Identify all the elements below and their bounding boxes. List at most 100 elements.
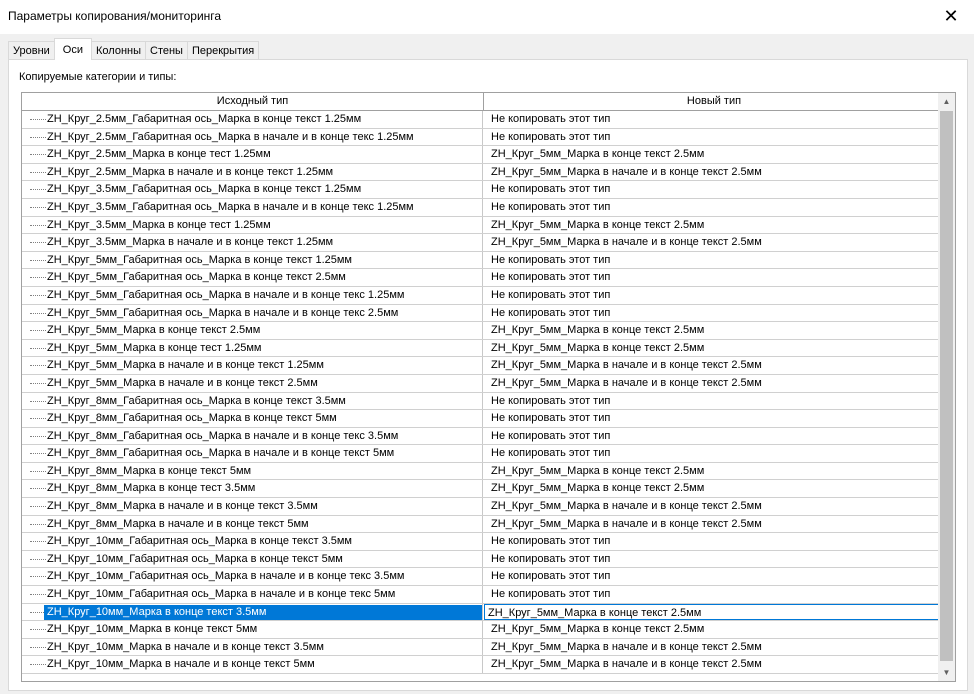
tab-1[interactable]: Оси <box>53 38 92 60</box>
table-row[interactable]: ZH_Круг_3.5мм_Марка в конце тест 1.25мм Z… <box>22 216 946 235</box>
table-row[interactable]: ZH_Круг_8мм_Марка в конце текст 5мм ZH_Кр… <box>22 462 946 481</box>
source-type-cell[interactable]: ZH_Круг_2.5мм_Габаритная ось_Марка в кон… <box>22 111 483 128</box>
new-type-cell[interactable]: ZH_Круг_5мм_Марка в конце текст 2.5мм <box>484 146 946 163</box>
source-type-cell[interactable]: ZH_Круг_10мм_Марка в конце текст 5мм <box>22 621 483 638</box>
new-type-cell[interactable]: Не копировать этот тип <box>484 410 946 427</box>
source-type-cell[interactable]: ZH_Круг_5мм_Габаритная ось_Марка в конце… <box>22 251 483 269</box>
source-type-cell[interactable]: ZH_Круг_5мм_Марка в начале и в конце тек… <box>22 374 483 392</box>
table-row[interactable]: ZH_Круг_5мм_Габаритная ось_Марка в конце… <box>22 251 946 270</box>
source-type-cell[interactable]: ZH_Круг_10мм_Габаритная ось_Марка в нача… <box>22 568 483 586</box>
new-type-cell[interactable]: ZH_Круг_5мм_Марка в конце текст 2.5мм <box>484 621 946 638</box>
source-type-cell[interactable]: ZH_Круг_3.5мм_Марка в начале и в конце т… <box>22 234 483 251</box>
new-type-cell[interactable]: Не копировать этот тип <box>484 533 946 550</box>
source-type-cell[interactable]: ZH_Круг_2.5мм_Марка в начале и в конце т… <box>22 163 483 181</box>
new-type-cell[interactable]: ZH_Круг_5мм_Марка в конце текст 2.5мм <box>484 603 946 621</box>
tab-0[interactable]: Уровни <box>8 41 55 60</box>
tab-3[interactable]: Стены <box>145 41 188 60</box>
new-type-cell[interactable]: ZH_Круг_5мм_Марка в начале и в конце тек… <box>484 234 946 251</box>
new-type-cell[interactable]: Не копировать этот тип <box>484 428 946 445</box>
source-type-cell[interactable]: ZH_Круг_10мм_Марка в конце текст 3.5мм <box>22 603 483 621</box>
source-type-cell[interactable]: ZH_Круг_8мм_Габаритная ось_Марка в конце… <box>22 392 483 410</box>
source-type-cell[interactable]: ZH_Круг_8мм_Марка в начале и в конце тек… <box>22 498 483 515</box>
source-type-cell[interactable]: ZH_Круг_3.5мм_Габаритная ось_Марка в нач… <box>22 198 483 216</box>
table-row[interactable]: ZH_Круг_10мм_Марка в конце текст 5мм ZH_К… <box>22 621 946 639</box>
source-type-cell[interactable]: ZH_Круг_2.5мм_Марка в конце тест 1.25мм <box>22 146 483 163</box>
new-type-cell[interactable]: ZH_Круг_5мм_Марка в начале и в конце тек… <box>484 164 946 181</box>
new-type-cell[interactable]: ZH_Круг_5мм_Марка в конце текст 2.5мм <box>484 322 946 339</box>
table-row[interactable]: ZH_Круг_5мм_Габаритная ось_Марка в начал… <box>22 304 946 323</box>
source-type-cell[interactable]: ZH_Круг_5мм_Марка в конце тест 1.25мм <box>22 339 483 357</box>
table-row[interactable]: ZH_Круг_2.5мм_Габаритная ось_Марка в кон… <box>22 111 946 129</box>
source-type-cell[interactable]: ZH_Круг_8мм_Марка в конце текст 5мм <box>22 462 483 480</box>
table-row[interactable]: ZH_Круг_10мм_Марка в начале и в конце те… <box>22 656 946 674</box>
scroll-thumb[interactable] <box>940 111 953 661</box>
new-type-cell[interactable]: ZH_Круг_5мм_Марка в начале и в конце тек… <box>484 639 946 656</box>
new-type-cell[interactable]: Не копировать этот тип <box>484 551 946 568</box>
source-type-cell[interactable]: ZH_Круг_8мм_Габаритная ось_Марка в начал… <box>22 445 483 462</box>
source-type-cell[interactable]: ZH_Круг_10мм_Габаритная ось_Марка в нача… <box>22 586 483 603</box>
new-type-cell[interactable]: Не копировать этот тип <box>484 181 946 198</box>
table-row[interactable]: ZH_Круг_5мм_Габаритная ось_Марка в конце… <box>22 269 946 287</box>
scroll-up-button[interactable]: ▲ <box>938 93 955 110</box>
table-row[interactable]: ZH_Круг_8мм_Габаритная ось_Марка в начал… <box>22 427 946 446</box>
table-row[interactable]: ZH_Круг_5мм_Марка в конце тест 1.25мм ZH_… <box>22 339 946 358</box>
new-type-cell[interactable]: Не копировать этот тип <box>484 393 946 410</box>
source-type-cell[interactable]: ZH_Круг_2.5мм_Габаритная ось_Марка в нач… <box>22 128 483 146</box>
new-type-cell[interactable]: ZH_Круг_5мм_Марка в конце текст 2.5мм <box>484 463 946 480</box>
new-type-cell[interactable]: ZH_Круг_5мм_Марка в конце текст 2.5мм <box>484 217 946 234</box>
source-type-cell[interactable]: ZH_Круг_10мм_Марка в начале и в конце те… <box>22 638 483 656</box>
table-row[interactable]: ZH_Круг_5мм_Марка в конце текст 2.5мм ZH_… <box>22 322 946 340</box>
source-type-cell[interactable]: ZH_Круг_3.5мм_Габаритная ось_Марка в кон… <box>22 181 483 198</box>
source-type-cell[interactable]: ZH_Круг_8мм_Марка в начале и в конце тек… <box>22 515 483 533</box>
new-type-cell[interactable]: Не копировать этот тип <box>484 287 946 304</box>
table-row[interactable]: ZH_Круг_8мм_Марка в конце тест 3.5мм ZH_К… <box>22 480 946 499</box>
table-row[interactable]: ZH_Круг_2.5мм_Габаритная ось_Марка в нач… <box>22 128 946 147</box>
new-type-cell[interactable]: ZH_Круг_5мм_Марка в конце текст 2.5мм <box>484 480 946 497</box>
source-type-cell[interactable]: ZH_Круг_5мм_Марка в конце текст 2.5мм <box>22 322 483 339</box>
table-row[interactable]: ZH_Круг_2.5мм_Марка в начале и в конце т… <box>22 163 946 182</box>
table-row[interactable]: ZH_Круг_10мм_Габаритная ось_Марка в конц… <box>22 533 946 551</box>
new-type-cell[interactable]: Не копировать этот тип <box>484 111 946 128</box>
new-type-cell[interactable]: ZH_Круг_5мм_Марка в конце текст 2.5мм <box>484 340 946 357</box>
source-type-cell[interactable]: ZH_Круг_8мм_Марка в конце тест 3.5мм <box>22 480 483 498</box>
source-type-cell[interactable]: ZH_Круг_8мм_Габаритная ось_Марка в начал… <box>22 427 483 445</box>
source-type-cell[interactable]: ZH_Круг_10мм_Габаритная ось_Марка в конц… <box>22 533 483 550</box>
vertical-scrollbar[interactable]: ▲ ▼ <box>938 93 955 681</box>
source-type-cell[interactable]: ZH_Круг_5мм_Марка в начале и в конце тек… <box>22 357 483 374</box>
new-type-cell[interactable]: Не копировать этот тип <box>484 568 946 585</box>
source-type-cell[interactable]: ZH_Круг_5мм_Габаритная ось_Марка в конце… <box>22 269 483 286</box>
column-header-source[interactable]: Исходный тип <box>22 93 484 110</box>
table-row[interactable]: ZH_Круг_3.5мм_Марка в начале и в конце т… <box>22 234 946 252</box>
new-type-cell[interactable]: Не копировать этот тип <box>484 129 946 146</box>
table-row[interactable]: ZH_Круг_2.5мм_Марка в конце тест 1.25мм Z… <box>22 146 946 164</box>
new-type-cell[interactable]: Не копировать этот тип <box>484 252 946 269</box>
table-row[interactable]: ZH_Круг_8мм_Марка в начале и в конце тек… <box>22 498 946 516</box>
table-row[interactable]: ZH_Круг_5мм_Габаритная ось_Марка в начал… <box>22 286 946 305</box>
table-row[interactable]: ZH_Круг_8мм_Марка в начале и в конце тек… <box>22 515 946 534</box>
table-row[interactable]: ZH_Круг_3.5мм_Габаритная ось_Марка в нач… <box>22 198 946 217</box>
table-row[interactable]: ZH_Круг_5мм_Марка в начале и в конце тек… <box>22 357 946 375</box>
source-type-cell[interactable]: ZH_Круг_3.5мм_Марка в конце тест 1.25мм <box>22 216 483 234</box>
new-type-cell[interactable]: Не копировать этот тип <box>484 269 946 286</box>
new-type-cell[interactable]: Не копировать этот тип <box>484 305 946 322</box>
column-header-new[interactable]: Новый тип <box>484 93 944 110</box>
table-row[interactable]: ZH_Круг_3.5мм_Габаритная ось_Марка в кон… <box>22 181 946 199</box>
new-type-cell[interactable]: ZH_Круг_5мм_Марка в начале и в конце тек… <box>484 375 946 392</box>
table-row[interactable]: ZH_Круг_5мм_Марка в начале и в конце тек… <box>22 374 946 393</box>
table-row[interactable]: ZH_Круг_8мм_Габаритная ось_Марка в конце… <box>22 410 946 428</box>
table-row[interactable]: ZH_Круг_10мм_Марка в конце текст 3.5мм ZH… <box>22 603 946 622</box>
close-button[interactable]: ✕ <box>928 0 974 32</box>
source-type-cell[interactable]: ZH_Круг_10мм_Марка в начале и в конце те… <box>22 656 483 673</box>
table-row[interactable]: ZH_Круг_10мм_Габаритная ось_Марка в нача… <box>22 586 946 604</box>
table-row[interactable]: ZH_Круг_10мм_Габаритная ось_Марка в конц… <box>22 550 946 569</box>
table-row[interactable]: ZH_Круг_8мм_Габаритная ось_Марка в конце… <box>22 392 946 411</box>
new-type-cell[interactable]: ZH_Круг_5мм_Марка в начале и в конце тек… <box>484 516 946 533</box>
new-type-cell[interactable]: Не копировать этот тип <box>484 199 946 216</box>
source-type-cell[interactable]: ZH_Круг_5мм_Габаритная ось_Марка в начал… <box>22 286 483 304</box>
source-type-cell[interactable]: ZH_Круг_8мм_Габаритная ось_Марка в конце… <box>22 410 483 427</box>
source-type-cell[interactable]: ZH_Круг_5мм_Габаритная ось_Марка в начал… <box>22 304 483 322</box>
new-type-cell[interactable]: ZH_Круг_5мм_Марка в начале и в конце тек… <box>484 656 946 673</box>
source-type-cell[interactable]: ZH_Круг_10мм_Габаритная ось_Марка в конц… <box>22 550 483 568</box>
new-type-cell[interactable]: ZH_Круг_5мм_Марка в начале и в конце тек… <box>484 498 946 515</box>
new-type-cell[interactable]: Не копировать этот тип <box>484 445 946 462</box>
